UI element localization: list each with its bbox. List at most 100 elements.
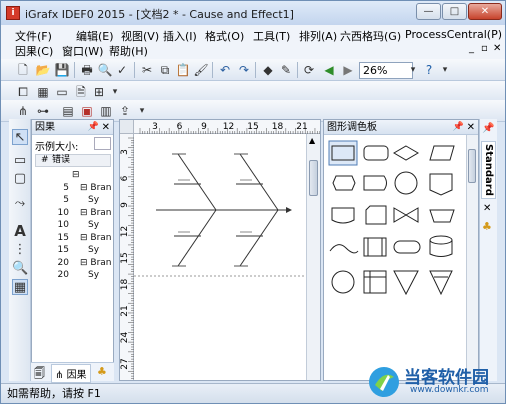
export-icon[interactable]: ⇪: [117, 103, 133, 119]
palette-scrollbar[interactable]: [466, 135, 478, 380]
tree-row[interactable]: ⊟: [35, 170, 80, 180]
open-folder-icon[interactable]: 📂: [35, 62, 51, 78]
report-icon[interactable]: ▣: [79, 103, 95, 119]
doc-close-button[interactable]: ✕: [493, 43, 501, 54]
tree-row-count: 10: [57, 207, 69, 218]
save-icon[interactable]: 💾: [54, 62, 70, 78]
shape-library-icon[interactable]: ♣: [482, 220, 492, 233]
structure-tab-icon[interactable]: 🗐: [34, 365, 45, 384]
maximize-button[interactable]: □: [442, 3, 467, 20]
document-icon[interactable]: 🗎: [73, 84, 89, 100]
pencil-icon[interactable]: ✎: [278, 62, 294, 78]
shapes-tab-icon[interactable]: ♣: [97, 365, 107, 378]
menu-cause[interactable]: 因果(C): [15, 43, 53, 59]
menu-format[interactable]: 格式(O): [205, 28, 244, 44]
menu-view[interactable]: 视图(V): [121, 28, 159, 44]
branch-4: [239, 209, 279, 267]
format-painter-icon[interactable]: 🖌: [193, 62, 209, 78]
palette-shapes[interactable]: [326, 138, 466, 308]
ruler-left-label: 9: [120, 202, 130, 208]
copy-icon[interactable]: ⧉: [157, 62, 173, 78]
connect-points-icon[interactable]: ⋮: [12, 242, 28, 258]
side-pin-icon[interactable]: 📌: [482, 123, 494, 134]
panel-header: 因果 📌 ✕: [32, 120, 113, 135]
table-icon[interactable]: ▥: [98, 103, 114, 119]
tree-row[interactable]: 5 ⊟ Bran: [35, 183, 111, 193]
menu-tools[interactable]: 工具(T): [253, 28, 290, 44]
layout-icon[interactable]: ⊞: [91, 84, 107, 100]
tab-standard[interactable]: Standard: [481, 141, 496, 199]
watermark-logo-icon: [369, 367, 399, 397]
doc-minimize-button[interactable]: _: [469, 43, 474, 54]
panel-close-icon[interactable]: ✕: [102, 120, 110, 135]
new-doc-icon[interactable]: 🗋: [15, 62, 31, 78]
close-button[interactable]: ✕: [468, 3, 502, 20]
menu-edit[interactable]: 编辑(E): [76, 28, 114, 44]
page-view-icon[interactable]: ▦: [12, 279, 28, 295]
cut-icon[interactable]: ✂: [139, 62, 155, 78]
ruler-corner: [120, 120, 134, 134]
forward-arrow-icon[interactable]: ▶: [340, 62, 356, 78]
tab-cause[interactable]: ⋔ 因果: [51, 364, 91, 383]
pin-icon[interactable]: 📌: [453, 120, 464, 135]
toolbar-overflow-icon[interactable]: ▾: [134, 103, 150, 119]
canvas-vertical-scrollbar[interactable]: ▲: [306, 134, 320, 380]
redo-icon[interactable]: ↷: [236, 62, 252, 78]
shape-tool-icon[interactable]: ▭: [12, 153, 28, 169]
undo-icon[interactable]: ↶: [217, 62, 233, 78]
rounded-shape-tool-icon[interactable]: ▢: [12, 171, 28, 187]
tree-row[interactable]: 20 Sy: [35, 270, 100, 280]
scroll-thumb[interactable]: [309, 160, 318, 196]
shape-offpage: [429, 173, 453, 196]
help-icon[interactable]: ?: [421, 62, 437, 78]
diagram-canvas[interactable]: 3 6 9 12 15 18 21 3 6 9 12 15 18 21 24 27 ▲: [119, 119, 321, 381]
zoom-tool-icon[interactable]: 🔍: [12, 261, 28, 277]
menu-six-sigma[interactable]: 六西格玛(G): [340, 28, 401, 44]
tree-row[interactable]: 15 Sy: [35, 245, 100, 255]
diagram-icon[interactable]: ⧠: [15, 84, 31, 100]
tree-row[interactable]: 15 ⊟ Bran: [35, 233, 112, 243]
palette-scroll-thumb[interactable]: [468, 149, 476, 183]
menu-window[interactable]: 窗口(W): [62, 43, 103, 59]
toolbar-overflow-icon[interactable]: ▾: [107, 84, 123, 100]
toolbar-overflow-icon[interactable]: ▾: [437, 62, 453, 78]
paste-icon[interactable]: 📋: [175, 62, 191, 78]
sample-size-input[interactable]: [94, 137, 111, 150]
shapes-icon[interactable]: ◆: [260, 62, 276, 78]
tree-row-count: 5: [63, 195, 69, 205]
tree-row[interactable]: 5 Sy: [35, 195, 99, 205]
ruler-top-label: 6: [177, 122, 183, 132]
menu-file[interactable]: 文件(F): [15, 28, 52, 44]
tree-icon[interactable]: ⊶: [35, 103, 51, 119]
spellcheck-icon[interactable]: ✓: [114, 62, 130, 78]
page-icon[interactable]: ▭: [54, 84, 70, 100]
menu-arrange[interactable]: 排列(A): [299, 28, 337, 44]
igrafx-logo-icon[interactable]: i: [6, 6, 20, 20]
grid-icon[interactable]: ▦: [35, 84, 51, 100]
connector-tool-icon[interactable]: ⤳: [12, 196, 28, 212]
ruler-left-label: 3: [120, 149, 130, 155]
print-icon[interactable]: 🖶: [79, 62, 95, 78]
ruler-left-label: 24: [120, 332, 130, 344]
palette-close-icon[interactable]: ✕: [467, 120, 475, 135]
col-header-label: 错误: [52, 155, 71, 165]
tree-row[interactable]: 10 ⊟ Bran: [35, 208, 112, 218]
side-close-icon[interactable]: ✕: [483, 203, 491, 214]
print-preview-icon[interactable]: 🔍: [97, 62, 113, 78]
pointer-tool-icon[interactable]: ↖: [12, 129, 28, 145]
minimize-button[interactable]: —: [416, 3, 441, 20]
pin-icon[interactable]: 📌: [88, 120, 99, 135]
menu-insert[interactable]: 插入(I): [163, 28, 197, 44]
chevron-down-icon[interactable]: ▾: [405, 62, 421, 78]
tree-row[interactable]: 10 Sy: [35, 220, 100, 230]
menu-help[interactable]: 帮助(H): [109, 43, 148, 59]
doc-restore-button[interactable]: ▫: [481, 43, 488, 54]
text-tool-icon[interactable]: A: [12, 223, 28, 239]
refresh-icon[interactable]: ⟳: [301, 62, 317, 78]
chart-icon[interactable]: ▤: [60, 103, 76, 119]
menu-processcentral[interactable]: ProcessCentral(P): [405, 28, 502, 41]
scroll-up-icon[interactable]: ▲: [309, 136, 315, 145]
fishbone-icon[interactable]: ⋔: [15, 103, 31, 119]
tree-row[interactable]: 20 ⊟ Bran: [35, 258, 112, 268]
back-arrow-icon[interactable]: ◀: [321, 62, 337, 78]
